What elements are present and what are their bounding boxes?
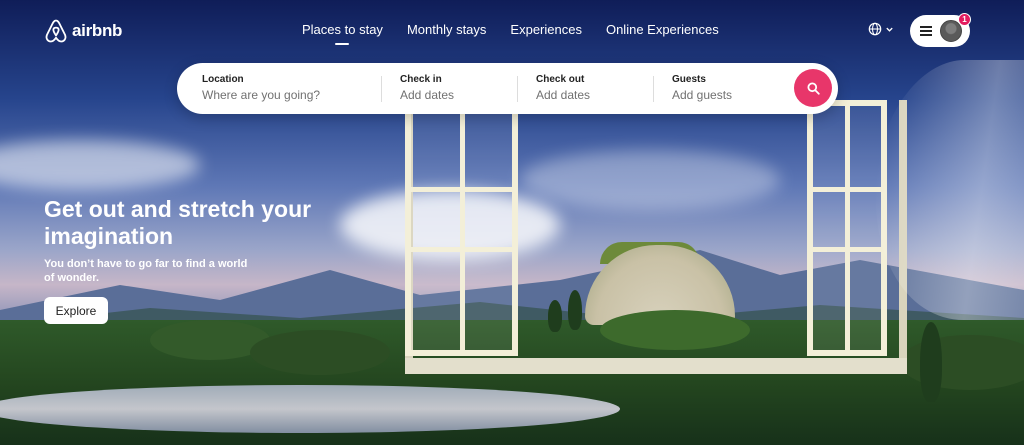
guests-input[interactable]: Add guests [672,88,782,102]
divider [381,76,382,102]
checkout-label: Check out [536,74,585,85]
bush [600,310,750,350]
bush [250,330,390,375]
nav-monthly-stays[interactable]: Monthly stays [407,22,486,37]
location-field[interactable]: Location Where are you going? [202,63,392,114]
checkin-input[interactable]: Add dates [400,88,510,102]
cloud [0,140,200,190]
brand-name: airbnb [72,21,123,40]
notification-badge: 1 [958,13,971,26]
divider [653,76,654,102]
nav-online-experiences[interactable]: Online Experiences [606,22,719,37]
checkout-input[interactable]: Add dates [536,88,646,102]
top-header: airbnb Places to stay Monthly stays Expe… [0,0,1024,62]
globe-icon [868,22,882,36]
tree [548,300,562,332]
search-button[interactable] [794,69,832,107]
checkin-field[interactable]: Check in Add dates [400,63,510,114]
search-bar: Location Where are you going? Check in A… [177,63,838,114]
menu-icon [920,26,932,36]
hero-subtitle: You don’t have to go far to find a world… [44,258,248,284]
lake [0,385,620,433]
airbnb-belo-icon [45,19,67,43]
search-icon [806,81,820,95]
tree [920,322,942,402]
language-button[interactable] [868,22,894,36]
guests-field[interactable]: Guests Add guests [672,63,782,114]
divider [517,76,518,102]
tree [568,290,582,330]
main-nav: Places to stay Monthly stays Experiences… [302,22,719,45]
checkout-field[interactable]: Check out Add dates [536,63,646,114]
chevron-down-icon [886,27,893,32]
nav-experiences[interactable]: Experiences [510,22,582,37]
nav-places-to-stay[interactable]: Places to stay [302,22,383,45]
window-pane-left [405,100,518,356]
airbnb-logo[interactable]: airbnb [44,18,122,44]
checkin-label: Check in [400,74,442,85]
window-sill [405,358,907,374]
location-input[interactable]: Where are you going? [202,88,392,102]
hero-title: Get out and stretch your imagination [44,196,312,249]
hero-section: airbnb Places to stay Monthly stays Expe… [0,0,1024,445]
window-pane-right [807,100,887,356]
explore-button[interactable]: Explore [44,297,108,324]
location-label: Location [202,74,244,85]
guests-label: Guests [672,74,706,85]
